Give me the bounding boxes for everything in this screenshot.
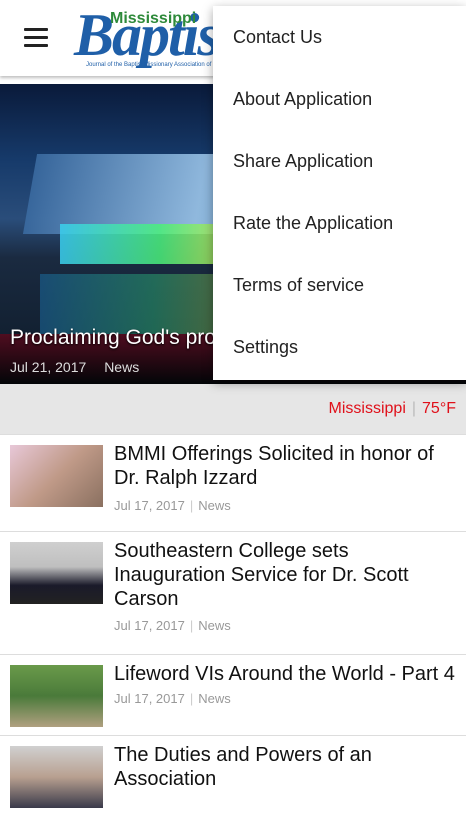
featured-meta: Jul 21, 2017 News <box>10 359 139 375</box>
list-item[interactable]: BMMI Offerings Solicited in honor of Dr.… <box>0 434 466 531</box>
menu-item-about-application[interactable]: About Application <box>213 68 466 130</box>
article-title[interactable]: The Duties and Powers of an Association <box>114 743 459 791</box>
article-meta: Jul 17, 2017 | News <box>114 691 231 706</box>
list-item[interactable]: The Duties and Powers of an Association <box>0 735 466 816</box>
article-category: News <box>198 691 231 706</box>
article-date: Jul 17, 2017 <box>114 691 185 706</box>
weather-location: Mississippi <box>328 400 406 417</box>
list-item[interactable]: Lifeword VIs Around the World - Part 4 J… <box>0 654 466 735</box>
article-title[interactable]: BMMI Offerings Solicited in honor of Dr.… <box>114 442 459 490</box>
list-item[interactable]: Southeastern College sets Inauguration S… <box>0 531 466 654</box>
article-date: Jul 17, 2017 <box>114 618 185 633</box>
weather-bar: Mississippi | 75°F <box>0 384 466 434</box>
article-category: News <box>198 618 231 633</box>
article-thumbnail <box>10 665 103 727</box>
article-title[interactable]: Lifeword VIs Around the World - Part 4 <box>114 662 459 686</box>
menu-item-contact-us[interactable]: Contact Us <box>213 6 466 68</box>
article-category: News <box>198 498 231 513</box>
weather-info: Mississippi | 75°F <box>328 400 456 417</box>
logo-small-text: Mississippi <box>110 10 197 27</box>
overflow-menu: Contact Us About Application Share Appli… <box>213 6 466 380</box>
article-meta: Jul 17, 2017 | News <box>114 498 231 513</box>
featured-date: Jul 21, 2017 <box>10 359 87 375</box>
article-date: Jul 17, 2017 <box>114 498 185 513</box>
menu-item-share-application[interactable]: Share Application <box>213 130 466 192</box>
menu-item-rate-application[interactable]: Rate the Application <box>213 192 466 254</box>
featured-category: News <box>104 359 140 375</box>
weather-temp: 75°F <box>422 400 456 417</box>
article-thumbnail <box>10 746 103 808</box>
article-thumbnail <box>10 445 103 507</box>
menu-item-settings[interactable]: Settings <box>213 316 466 378</box>
menu-item-terms-of-service[interactable]: Terms of service <box>213 254 466 316</box>
article-title[interactable]: Southeastern College sets Inauguration S… <box>114 539 459 611</box>
article-list: BMMI Offerings Solicited in honor of Dr.… <box>0 434 466 816</box>
logo[interactable]: Baptist Mississippi Journal of the Bapti… <box>74 4 242 72</box>
hamburger-icon[interactable] <box>24 28 48 48</box>
article-meta: Jul 17, 2017 | News <box>114 618 231 633</box>
article-thumbnail <box>10 542 103 604</box>
